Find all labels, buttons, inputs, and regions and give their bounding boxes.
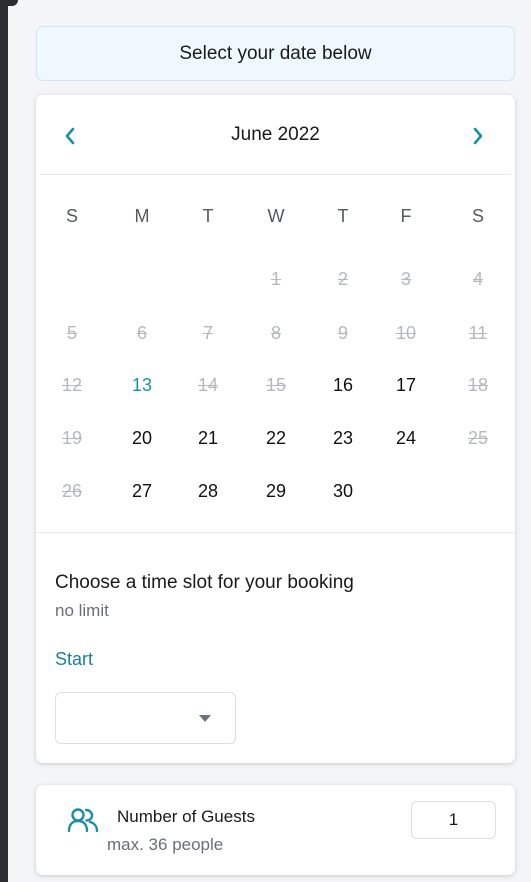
calendar-day-18: 18 — [467, 375, 489, 395]
time-slot-heading: Choose a time slot for your booking — [55, 572, 354, 593]
calendar-day-19: 19 — [61, 428, 83, 448]
calendar-day-12: 12 — [61, 375, 83, 395]
weekday-thursday: T — [337, 206, 349, 226]
month-year-title: June 2022 — [231, 124, 320, 145]
calendar-day-27[interactable]: 27 — [112, 473, 172, 509]
calendar-day-17[interactable]: 17 — [376, 367, 436, 403]
booking-card: June 2022 S M T W T F S 1 2 3 4 5 6 7 8 9 10 11 12 1… — [36, 95, 515, 763]
calendar-day-5: 5 — [66, 323, 77, 343]
guests-card: Number of Guests max. 36 people — [36, 785, 515, 875]
weekday-friday: F — [400, 206, 412, 226]
next-month-button[interactable] — [464, 122, 492, 150]
calendar-day-20[interactable]: 20 — [112, 420, 172, 456]
calendar-day-13[interactable]: 13 — [112, 367, 172, 403]
calendar-day-29[interactable]: 29 — [246, 473, 306, 509]
calendar-day-22[interactable]: 22 — [246, 420, 306, 456]
calendar-day-14: 14 — [197, 375, 219, 395]
calendar-day-11: 11 — [468, 323, 488, 343]
calendar-header-divider — [40, 174, 511, 175]
weekday-sunday: S — [65, 206, 78, 226]
calendar-day-3: 3 — [400, 269, 411, 289]
calendar-day-23[interactable]: 23 — [313, 420, 373, 456]
weekday-wednesday: W — [267, 206, 285, 226]
calendar-day-25: 25 — [467, 428, 489, 448]
calendar-day-2: 2 — [337, 269, 348, 289]
calendar-day-9: 9 — [337, 323, 348, 343]
weekday-saturday: S — [471, 206, 484, 226]
users-icon — [67, 807, 99, 838]
calendar-day-15: 15 — [265, 375, 287, 395]
window-edge — [0, 0, 8, 882]
start-time-label: Start — [55, 649, 94, 669]
guests-count-input[interactable] — [411, 801, 496, 839]
calendar-day-8: 8 — [270, 323, 281, 343]
calendar-header: June 2022 — [36, 95, 515, 175]
calendar-day-7: 7 — [202, 323, 213, 343]
start-time-select[interactable] — [55, 692, 236, 744]
calendar-day-26: 26 — [61, 481, 83, 501]
window-edge-corner — [8, 0, 18, 6]
calendar-section-divider — [36, 532, 515, 533]
calendar-day-24[interactable]: 24 — [376, 420, 436, 456]
calendar-day-4: 4 — [472, 269, 483, 289]
calendar-day-28[interactable]: 28 — [178, 473, 238, 509]
date-instruction-text: Select your date below — [179, 42, 372, 64]
weekday-monday: M — [134, 206, 150, 226]
calendar-day-16[interactable]: 16 — [313, 367, 373, 403]
guests-max-text: max. 36 people — [107, 835, 224, 854]
calendar-day-21[interactable]: 21 — [178, 420, 238, 456]
calendar-day-30[interactable]: 30 — [313, 473, 373, 509]
caret-down-icon — [199, 715, 211, 722]
date-instruction-banner: Select your date below — [36, 26, 515, 81]
calendar-day-1: 1 — [270, 269, 281, 289]
weekday-tuesday: T — [202, 206, 214, 226]
calendar-day-6: 6 — [136, 323, 147, 343]
calendar-day-10: 10 — [395, 323, 417, 343]
guests-label: Number of Guests — [117, 807, 255, 826]
time-slot-limit-text: no limit — [55, 601, 109, 620]
chevron-right-icon — [473, 127, 483, 145]
